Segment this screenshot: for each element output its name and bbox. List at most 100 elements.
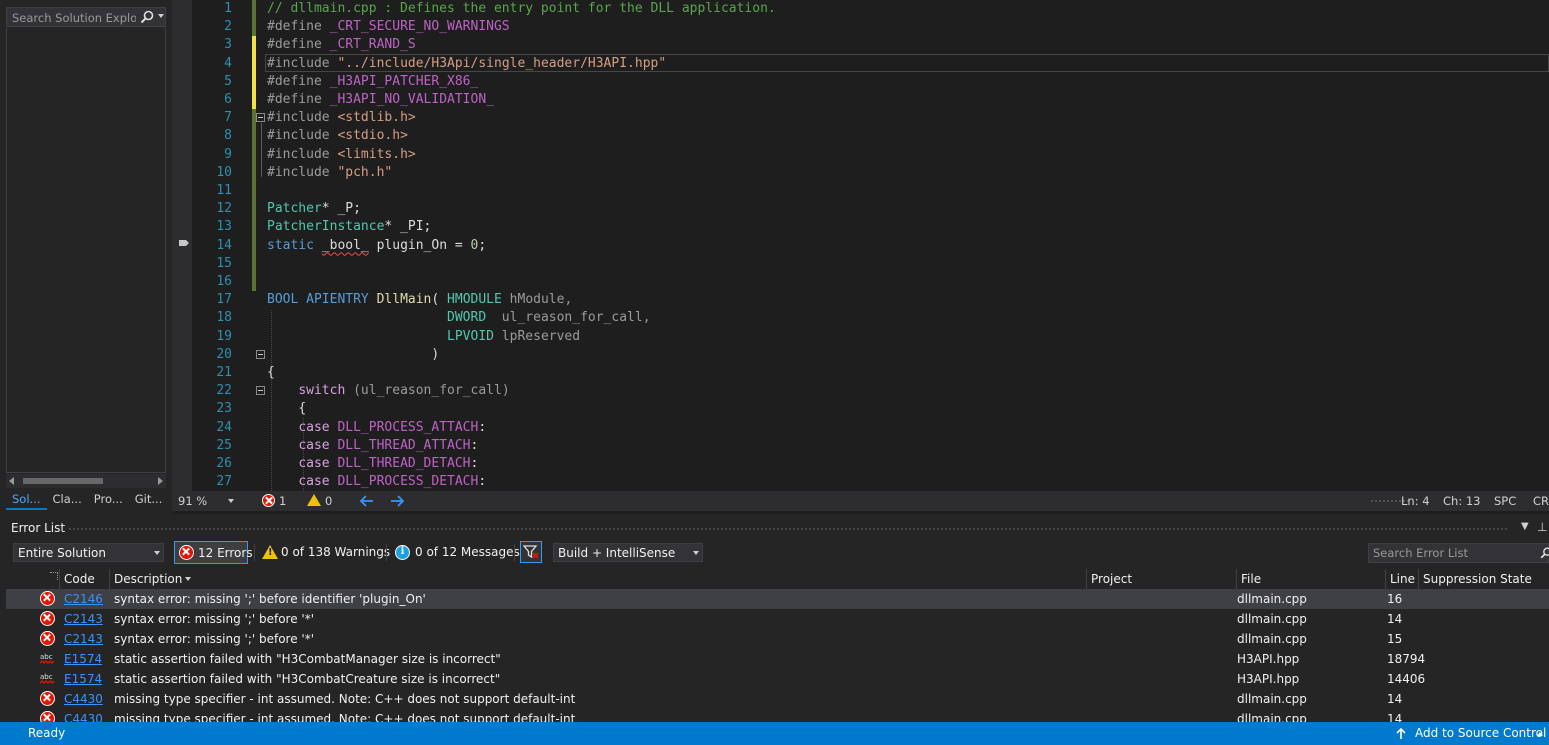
editor-error-count[interactable]: 1 — [279, 494, 286, 508]
navigate-forward-icon[interactable] — [390, 495, 404, 507]
code-line-1[interactable]: // dllmain.cpp : Defines the entry point… — [267, 0, 776, 18]
sort-grip-icon[interactable] — [50, 572, 58, 580]
error-row[interactable]: C2146 syntax error: missing ';' before id… — [6, 589, 1549, 609]
messages-filter-button[interactable]: i 0 of 12 Messages — [393, 541, 520, 564]
errors-filter-button[interactable]: 12 Errors — [174, 541, 253, 564]
search-icon[interactable] — [1539, 546, 1549, 560]
add-to-source-control-button[interactable]: Add to Source Control — [1415, 726, 1546, 740]
error-list-search-input[interactable]: Search Error List — [1368, 543, 1549, 563]
code-line-6[interactable]: #define _H3API_NO_VALIDATION_ — [267, 91, 494, 109]
collapse-icon[interactable] — [256, 113, 265, 122]
column-header-line[interactable]: Line — [1385, 569, 1418, 589]
column-header-file[interactable]: File — [1236, 569, 1384, 589]
error-icon — [262, 494, 275, 507]
error-code-link[interactable]: C2143 — [64, 612, 103, 626]
indicator-margin[interactable] — [172, 0, 192, 491]
line-number: 8 — [224, 128, 232, 144]
preprocessor-directive: #include — [267, 128, 330, 144]
column-header-description[interactable]: Description — [109, 569, 1085, 589]
error-row[interactable]: C4430 missing type specifier - int assume… — [6, 709, 1549, 722]
error-squiggle-token[interactable]: _bool_ — [322, 238, 369, 253]
tab-class-view[interactable]: Cla... — [47, 490, 88, 510]
line-ending-indicator[interactable]: CRLF — [1533, 494, 1549, 508]
code-line-24[interactable]: case DLL_PROCESS_ATTACH: — [267, 419, 486, 437]
code-line-2[interactable]: #define _CRT_SECURE_NO_WARNINGS — [267, 18, 510, 36]
code-line-21[interactable]: { — [267, 364, 275, 382]
scrollbar-thumb[interactable] — [23, 478, 103, 484]
code-line-22[interactable]: switch (ul_reason_for_call) — [267, 382, 509, 400]
search-icon[interactable] — [139, 9, 155, 25]
error-line: 18794 — [1387, 652, 1426, 666]
solution-search-box[interactable]: Search Solution Explorer — [6, 7, 166, 27]
code-line-23[interactable]: { — [267, 400, 306, 418]
error-row[interactable]: C4430 missing type specifier - int assume… — [6, 689, 1549, 709]
chevron-up-icon[interactable] — [1537, 732, 1543, 736]
pin-icon[interactable]: ⊥ — [1537, 520, 1547, 534]
code-line-12[interactable]: Patcher* _P; — [267, 200, 361, 218]
code-line-27[interactable]: case DLL_PROCESS_DETACH: — [267, 473, 486, 491]
scroll-left-icon[interactable] — [9, 477, 14, 485]
search-options-dropdown-icon[interactable] — [158, 14, 164, 18]
zoom-level[interactable]: 91 % — [178, 494, 207, 508]
line-number: 12 — [216, 201, 232, 217]
error-row[interactable]: abc E1574 static assertion failed with "H3… — [6, 649, 1549, 669]
solution-horizontal-scrollbar[interactable] — [6, 474, 166, 488]
change-marker-saved — [252, 0, 256, 19]
scroll-right-icon[interactable] — [158, 477, 163, 485]
collapse-icon[interactable] — [256, 386, 265, 395]
navigate-back-icon[interactable] — [360, 495, 374, 507]
code-text: ) — [431, 346, 440, 362]
column-indicator[interactable]: Ch: 13 — [1443, 494, 1480, 508]
svg-text:abc: abc — [40, 653, 53, 661]
line-number: 1 — [224, 1, 232, 16]
code-line-25[interactable]: case DLL_THREAD_ATTACH: — [267, 437, 478, 455]
column-header-project[interactable]: Project — [1086, 569, 1235, 589]
error-code-link[interactable]: C4430 — [64, 712, 103, 722]
info-icon: i — [395, 545, 410, 560]
warnings-filter-button[interactable]: ! 0 of 138 Warnings — [260, 541, 390, 564]
code-line-18[interactable]: DWORD ul_reason_for_call, — [267, 309, 651, 327]
code-line-7[interactable]: #include <stdlib.h> — [267, 109, 416, 127]
error-row[interactable]: C2143 syntax error: missing ';' before '*… — [6, 629, 1549, 649]
editor-warning-count[interactable]: 0 — [325, 494, 332, 508]
arrow-up-icon[interactable] — [1396, 728, 1406, 740]
code-line-3[interactable]: #define _CRT_RAND_S — [267, 36, 416, 54]
error-description: missing type specifier - int assumed. No… — [114, 712, 576, 722]
code-line-17[interactable]: BOOL APIENTRY DllMain( HMODULE hModule, — [267, 291, 572, 309]
error-code-link[interactable]: C4430 — [64, 692, 103, 706]
error-row[interactable]: C2143 syntax error: missing ';' before '*… — [6, 609, 1549, 629]
error-code-link[interactable]: E1574 — [64, 652, 102, 666]
line-number: 15 — [216, 255, 232, 271]
code-line-20[interactable]: ) — [267, 346, 439, 364]
code-editor[interactable]: 1 2 3 4 5 6 7 8 9 10 11 12 13 14 15 16 1… — [172, 0, 1549, 491]
code-line-5[interactable]: #define _H3API_PATCHER_X86_ — [267, 73, 478, 91]
preprocessor-directive: #include — [267, 110, 330, 126]
tab-git-changes[interactable]: Git... — [129, 490, 169, 510]
solution-tree[interactable] — [6, 28, 166, 473]
code-line-19[interactable]: LPVOID lpReserved — [267, 328, 580, 346]
line-indicator[interactable]: Ln: 4 — [1401, 494, 1430, 508]
error-code-link[interactable]: C2146 — [64, 592, 103, 606]
code-line-13[interactable]: PatcherInstance* _PI; — [267, 218, 431, 236]
column-header-suppression-state[interactable]: Suppression State — [1418, 569, 1549, 589]
code-line-10[interactable]: #include "pch.h" — [267, 164, 392, 182]
error-code-link[interactable]: C2143 — [64, 632, 103, 646]
code-line-9[interactable]: #include <limits.h> — [267, 146, 416, 164]
whitespace-indicator[interactable]: SPC — [1494, 494, 1516, 508]
column-header-code[interactable]: Code — [59, 569, 109, 589]
code-line-8[interactable]: #include <stdio.h> — [267, 127, 408, 145]
line-number: 3 — [224, 37, 232, 53]
collapse-icon[interactable] — [256, 350, 265, 359]
zoom-dropdown-icon[interactable] — [228, 499, 234, 503]
code-line-26[interactable]: case DLL_THREAD_DETACH: — [267, 455, 478, 473]
error-row[interactable]: abc E1574 static assertion failed with "H3… — [6, 669, 1549, 689]
window-menu-icon[interactable]: ▼ — [1521, 521, 1529, 532]
code-line-14[interactable]: static _bool_ plugin_On = 0; — [267, 237, 486, 255]
code-line-4[interactable]: #include "../include/H3Api/single_header… — [267, 55, 666, 73]
tab-solution-explorer[interactable]: Sol... — [6, 490, 47, 510]
scope-dropdown[interactable]: Entire Solution — [13, 543, 164, 562]
build-intellisense-dropdown[interactable]: Build + IntelliSense — [553, 543, 703, 562]
filter-current-document-button[interactable] — [520, 541, 542, 563]
error-code-link[interactable]: E1574 — [64, 672, 102, 686]
tab-property-manager[interactable]: Pro... — [88, 490, 129, 510]
